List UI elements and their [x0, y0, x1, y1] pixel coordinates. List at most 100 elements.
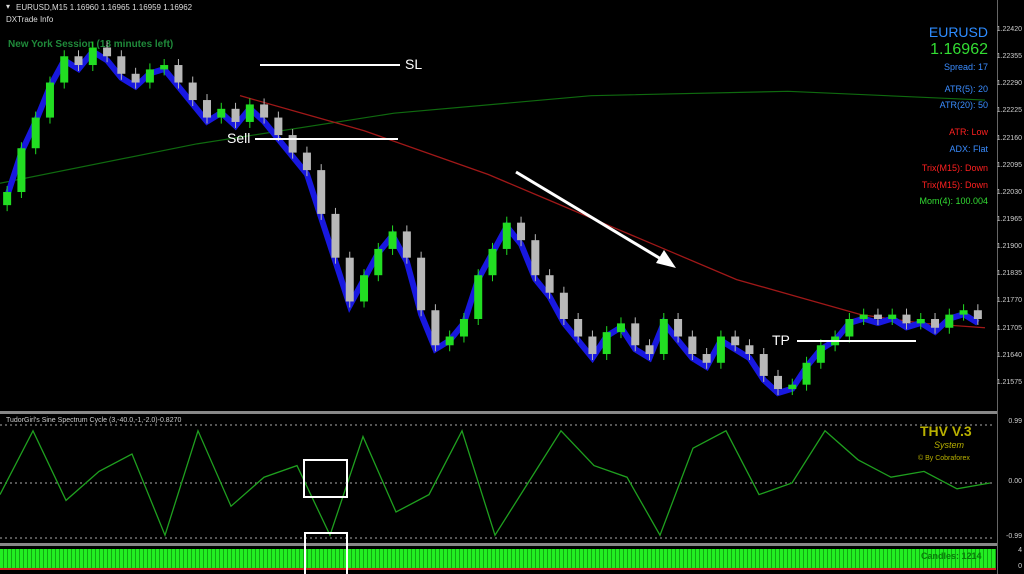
candle-body: [188, 82, 197, 101]
ma-green-line: [0, 90, 986, 184]
candle-body: [345, 257, 354, 302]
info-atr-status: ATR: Low: [949, 127, 988, 137]
price-tick: 1.22355: [996, 53, 1022, 61]
price-tick: 1.22030: [996, 188, 1022, 196]
price-chart[interactable]: [0, 0, 1000, 410]
candle-body: [88, 47, 97, 66]
price-tick: 1.21835: [996, 270, 1022, 278]
candle-body: [816, 345, 825, 363]
hist-scale-bottom: 0: [1018, 563, 1022, 570]
candle-body: [745, 345, 754, 355]
candle-body: [674, 318, 683, 337]
price-tick: 1.21965: [996, 216, 1022, 223]
candle-body: [688, 336, 697, 355]
price-tick: 1.21575: [996, 378, 1022, 386]
candle-body: [645, 345, 654, 355]
candle-body: [360, 275, 369, 302]
candle-body: [17, 148, 26, 193]
candle-body: [245, 104, 254, 122]
osc-level-mid: 0.00: [1008, 478, 1022, 485]
candle-body: [602, 332, 611, 355]
candle-body: [317, 170, 326, 214]
candle-body: [388, 231, 397, 249]
candle-body: [474, 275, 483, 319]
candle-body: [631, 323, 640, 346]
candle-body: [802, 362, 811, 385]
candle-body: [931, 318, 940, 328]
brand-title: THV V.3: [920, 423, 972, 439]
candle-body: [873, 314, 882, 319]
price-tick: 1.22225: [996, 107, 1022, 115]
candle-body: [445, 336, 454, 346]
candle-body: [502, 222, 511, 249]
info-symbol: EURUSD: [928, 24, 988, 40]
candle-body: [488, 248, 497, 276]
candle-body: [517, 222, 526, 241]
candle-body: [3, 192, 12, 206]
candle-body: [331, 213, 340, 258]
candle-body: [845, 318, 854, 337]
candle-body: [288, 135, 297, 153]
price-tick: 1.22095: [996, 161, 1022, 169]
candle-body: [174, 65, 183, 83]
candle-body: [45, 82, 54, 118]
info-trix-1: Trix(M15): Down: [921, 163, 988, 173]
candle-body: [659, 318, 668, 355]
candle-body: [959, 310, 968, 315]
candle-body: [731, 336, 740, 346]
candle-body: [759, 354, 768, 376]
brand-credit: © By Cobraforex: [918, 455, 970, 462]
histogram-bar: [0, 549, 996, 568]
candle-body: [417, 257, 426, 311]
candle-body: [459, 318, 468, 337]
sl-label: SL: [405, 56, 423, 72]
candle-body: [131, 73, 140, 83]
candle-body: [145, 69, 154, 83]
price-tick: 1.21705: [996, 324, 1022, 332]
price-tick: 1.22290: [996, 80, 1022, 88]
candle-body: [60, 56, 69, 83]
candle-body: [559, 292, 568, 319]
candle-body: [574, 318, 583, 337]
info-spread: Spread: 17: [943, 62, 988, 72]
candle-body: [916, 318, 925, 324]
info-adx: ADX: Flat: [949, 144, 988, 154]
candle-body: [117, 56, 126, 74]
candle-body: [217, 108, 226, 118]
price-tick: 1.21900: [996, 243, 1022, 251]
candle-body: [402, 231, 411, 258]
price-scale[interactable]: 1.22420 1.22355 1.22290 1.22225 1.22160 1.220…: [997, 0, 1024, 574]
candles-count: Candles: 1214: [921, 551, 982, 561]
oscillator-chart[interactable]: [0, 414, 1000, 542]
info-atr5: ATR(5): 20: [944, 84, 988, 94]
candle-body: [374, 248, 383, 276]
candle-body: [545, 275, 554, 293]
candle-body: [788, 384, 797, 390]
price-tick: 1.21770: [996, 297, 1022, 305]
candle-body: [616, 323, 625, 333]
candle-body: [945, 314, 954, 328]
candle-body: [973, 310, 982, 319]
info-price: 1.16962: [930, 41, 988, 58]
candle-body: [31, 117, 40, 149]
tp-label: TP: [772, 332, 790, 348]
candle-body: [588, 336, 597, 355]
candle-body: [103, 47, 112, 57]
sell-label: Sell: [227, 130, 251, 146]
histogram-baseline: [0, 568, 996, 570]
price-tick: 1.21640: [996, 351, 1022, 359]
brand-subtitle: System: [934, 440, 965, 450]
chart-window[interactable]: ▾ EURUSD,M15 1.16960 1.16965 1.16959 1.1…: [0, 0, 1024, 574]
hist-scale-top: 4: [1018, 547, 1022, 554]
candle-body: [531, 240, 540, 276]
candle-body: [74, 56, 83, 66]
candle-body: [716, 336, 725, 363]
candle-body: [702, 354, 711, 363]
candle-body: [902, 314, 911, 324]
info-momentum: Mom(4): 100.004: [919, 196, 988, 206]
candle-body: [302, 152, 311, 171]
pane-divider-2[interactable]: [0, 543, 1024, 546]
info-atr20: ATR(20): 50: [939, 100, 988, 110]
osc-level-top: 0.99: [1008, 418, 1022, 425]
highlight-box-2: [304, 532, 348, 574]
